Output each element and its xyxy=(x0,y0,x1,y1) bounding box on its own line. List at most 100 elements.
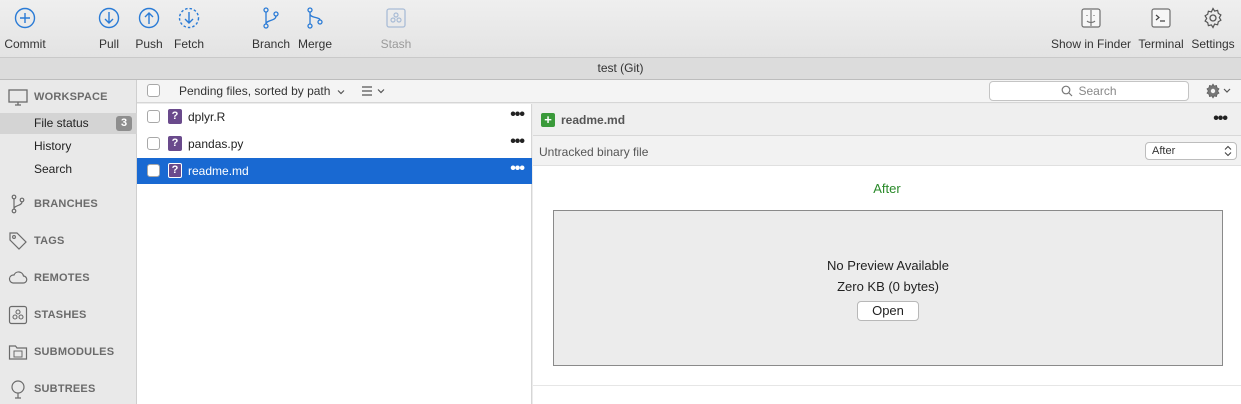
more-options-icon[interactable]: ••• xyxy=(510,134,525,150)
toolbar: Commit Pull Push Fetch Branch Merge Stas… xyxy=(0,0,1241,58)
diff-subheader: Untracked binary file After xyxy=(533,136,1241,166)
commit-button[interactable]: Commit xyxy=(0,6,50,51)
sidebar-item-search[interactable]: Search xyxy=(0,159,137,180)
file-row[interactable]: ? pandas.py ••• xyxy=(137,131,532,157)
stash-icon xyxy=(8,305,28,325)
sidebar-section-tags[interactable]: TAGS xyxy=(0,227,137,255)
fetch-label: Fetch xyxy=(173,37,204,51)
settings-button[interactable]: Settings xyxy=(1188,6,1238,51)
list-view-icon[interactable] xyxy=(361,84,387,98)
options-gear-icon[interactable] xyxy=(1204,82,1234,100)
branch-icon xyxy=(263,7,279,29)
diff-file-name: readme.md xyxy=(561,113,626,127)
file-row[interactable]: ? dplyr.R ••• xyxy=(137,104,532,130)
merge-button[interactable]: Merge xyxy=(290,6,340,51)
fetch-icon xyxy=(178,7,200,29)
folder-icon xyxy=(8,345,28,360)
file-size-text: Zero KB (0 bytes) xyxy=(837,279,939,294)
file-name: readme.md xyxy=(188,164,249,178)
stash-button[interactable]: Stash xyxy=(371,6,421,51)
more-options-icon[interactable]: ••• xyxy=(510,161,525,177)
sidebar-section-label: STASHES xyxy=(34,309,87,321)
sidebar-item-label: File status xyxy=(34,116,89,130)
file-row-selected[interactable]: ? readme.md ••• xyxy=(137,158,532,184)
commit-icon xyxy=(14,7,36,29)
sidebar-item-label: Search xyxy=(34,162,73,176)
finder-icon xyxy=(1081,8,1101,28)
file-checkbox[interactable] xyxy=(147,137,160,150)
sidebar-section-remotes[interactable]: REMOTES xyxy=(0,264,137,292)
sidebar-section-branches[interactable]: BRANCHES xyxy=(0,190,137,218)
sidebar-item-label: History xyxy=(34,139,72,153)
file-checkbox[interactable] xyxy=(147,164,160,177)
sidebar-item-history[interactable]: History xyxy=(0,136,137,157)
terminal-button[interactable]: Terminal xyxy=(1136,6,1186,51)
sidebar: WORKSPACE File status 3 History Search B… xyxy=(0,80,137,404)
preview-box: No Preview Available Zero KB (0 bytes) O… xyxy=(553,210,1223,366)
terminal-icon xyxy=(1151,8,1171,28)
file-checkbox[interactable] xyxy=(147,110,160,123)
window-title: test (Git) xyxy=(0,58,1241,80)
no-preview-message: No Preview Available xyxy=(827,258,949,273)
search-input[interactable]: Search xyxy=(989,81,1189,101)
branch-label: Branch xyxy=(251,37,291,51)
open-button[interactable]: Open xyxy=(857,301,919,321)
select-all-checkbox[interactable] xyxy=(147,84,160,97)
sidebar-section-subtrees[interactable]: SUBTREES xyxy=(0,375,137,403)
pull-label: Pull xyxy=(98,37,119,51)
after-heading: After xyxy=(873,181,901,196)
branch-button[interactable]: Branch xyxy=(246,6,296,51)
monitor-icon xyxy=(8,89,28,106)
gear-icon xyxy=(1204,7,1222,29)
sort-label: Pending files, sorted by path xyxy=(179,84,331,98)
push-label: Push xyxy=(135,37,163,51)
merge-icon xyxy=(307,7,323,29)
chevron-down-icon xyxy=(337,90,345,95)
more-options-icon[interactable]: ••• xyxy=(510,107,525,123)
fetch-button[interactable]: Fetch xyxy=(164,6,214,51)
sidebar-section-label: REMOTES xyxy=(34,272,90,284)
search-placeholder: Search xyxy=(1078,84,1117,98)
sidebar-section-label: SUBMODULES xyxy=(34,346,115,358)
count-badge: 3 xyxy=(116,116,132,131)
sidebar-item-file-status[interactable]: File status 3 xyxy=(0,113,137,134)
cloud-icon xyxy=(8,271,28,284)
file-name: dplyr.R xyxy=(188,110,226,124)
settings-label: Settings xyxy=(1191,37,1235,51)
view-select[interactable]: After xyxy=(1145,142,1237,160)
pull-icon xyxy=(98,7,120,29)
sidebar-section-label: TAGS xyxy=(34,235,65,247)
diff-subtitle: Untracked binary file xyxy=(539,145,649,159)
sidebar-section-workspace[interactable]: WORKSPACE xyxy=(0,83,137,111)
subtree-icon xyxy=(11,380,25,399)
sort-dropdown[interactable]: Pending files, sorted by path xyxy=(179,84,345,98)
added-status-icon: + xyxy=(541,113,555,127)
untracked-status-icon: ? xyxy=(168,163,182,178)
terminal-label: Terminal xyxy=(1138,37,1184,51)
more-options-icon[interactable]: ••• xyxy=(1213,111,1228,127)
stash-icon xyxy=(386,8,406,28)
show-in-finder-label: Show in Finder xyxy=(1050,37,1132,51)
updown-chevron-icon xyxy=(1224,145,1232,157)
merge-label: Merge xyxy=(297,37,332,51)
filepane-header: Pending files, sorted by path Search xyxy=(137,80,1241,103)
file-list: ? dplyr.R ••• ? pandas.py ••• ? readme.m… xyxy=(137,104,532,404)
sidebar-section-label: BRANCHES xyxy=(34,198,98,210)
sidebar-section-label: WORKSPACE xyxy=(34,91,108,103)
stash-label: Stash xyxy=(380,37,412,51)
commit-label: Commit xyxy=(4,37,46,51)
show-in-finder-button[interactable]: Show in Finder xyxy=(1051,6,1131,51)
tag-icon xyxy=(9,232,27,250)
untracked-status-icon: ? xyxy=(168,109,182,124)
branch-icon xyxy=(11,194,25,214)
sidebar-section-submodules[interactable]: SUBMODULES xyxy=(0,338,137,366)
sidebar-section-stashes[interactable]: STASHES xyxy=(0,301,137,329)
diff-header: + readme.md ••• xyxy=(533,104,1241,136)
view-select-value: After xyxy=(1152,145,1176,157)
file-name: pandas.py xyxy=(188,137,244,151)
untracked-status-icon: ? xyxy=(168,136,182,151)
diff-pane: + readme.md ••• Untracked binary file Af… xyxy=(533,104,1241,404)
sidebar-section-label: SUBTREES xyxy=(34,383,96,395)
push-icon xyxy=(138,7,160,29)
divider xyxy=(533,385,1241,386)
